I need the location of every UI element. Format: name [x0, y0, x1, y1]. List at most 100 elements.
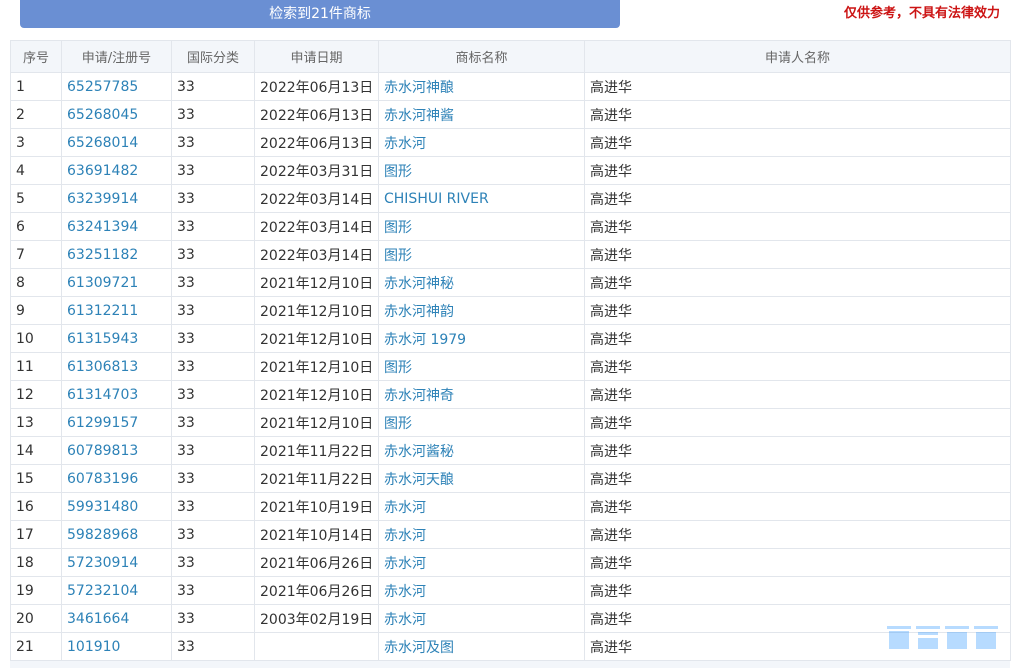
- cell-class: 33: [171, 492, 255, 521]
- cell-trademark-name-link[interactable]: 赤水河 1979: [378, 324, 585, 353]
- cell-trademark-name-link[interactable]: 赤水河神秘: [378, 268, 585, 297]
- table-row: 13 61299157 33 2021年12月10日 图形 高进华: [10, 408, 1011, 437]
- cell-reg-number-link[interactable]: 65268045: [61, 100, 172, 129]
- cell-reg-number-link[interactable]: 63239914: [61, 184, 172, 213]
- cell-trademark-name-link[interactable]: 赤水河神酱: [378, 100, 585, 129]
- cell-date: 2021年10月19日: [254, 492, 379, 521]
- cell-date: 2021年12月10日: [254, 324, 379, 353]
- cell-serial: 6: [10, 212, 62, 241]
- table-row: 11 61306813 33 2021年12月10日 图形 高进华: [10, 352, 1011, 381]
- cell-class: 33: [171, 296, 255, 325]
- cell-applicant: 高进华: [584, 548, 1011, 577]
- cell-trademark-name-link[interactable]: 图形: [378, 212, 585, 241]
- cell-serial: 2: [10, 100, 62, 129]
- column-header-class: 国际分类: [171, 40, 255, 73]
- cell-serial: 15: [10, 464, 62, 493]
- cell-applicant: 高进华: [584, 156, 1011, 185]
- cell-reg-number-link[interactable]: 65268014: [61, 128, 172, 157]
- cell-reg-number-link[interactable]: 61309721: [61, 268, 172, 297]
- cell-reg-number-link[interactable]: 61314703: [61, 380, 172, 409]
- top-bar: 检索到21件商标 仅供参考，不具有法律效力: [0, 0, 1015, 36]
- cell-reg-number-link[interactable]: 59931480: [61, 492, 172, 521]
- cell-reg-number-link[interactable]: 57232104: [61, 576, 172, 605]
- cell-applicant: 高进华: [584, 296, 1011, 325]
- cell-trademark-name-link[interactable]: 赤水河: [378, 576, 585, 605]
- cell-trademark-name-link[interactable]: 图形: [378, 156, 585, 185]
- cell-trademark-name-link[interactable]: 赤水河: [378, 548, 585, 577]
- cell-trademark-name-link[interactable]: 赤水河: [378, 128, 585, 157]
- cell-trademark-name-link[interactable]: 图形: [378, 408, 585, 437]
- cell-reg-number-link[interactable]: 60789813: [61, 436, 172, 465]
- cell-reg-number-link[interactable]: 63241394: [61, 212, 172, 241]
- cell-class: 33: [171, 352, 255, 381]
- cell-trademark-name-link[interactable]: 图形: [378, 240, 585, 269]
- table-row: 6 63241394 33 2022年03月14日 图形 高进华: [10, 212, 1011, 241]
- table-row: 5 63239914 33 2022年03月14日 CHISHUI RIVER 高进华: [10, 184, 1011, 213]
- cell-serial: 16: [10, 492, 62, 521]
- results-table: 序号 申请/注册号 国际分类 申请日期 商标名称 申请人名称 1 65257785…: [10, 40, 1011, 661]
- cell-date: 2021年12月10日: [254, 352, 379, 381]
- cell-trademark-name-link[interactable]: 赤水河神酿: [378, 72, 585, 101]
- result-count-bar[interactable]: 检索到21件商标: [20, 0, 620, 28]
- cell-trademark-name-link[interactable]: 赤水河: [378, 492, 585, 521]
- cell-date: 2021年12月10日: [254, 408, 379, 437]
- cell-trademark-name-link[interactable]: 赤水河神奇: [378, 380, 585, 409]
- column-header-serial: 序号: [10, 40, 62, 73]
- cell-date: 2021年11月22日: [254, 464, 379, 493]
- cell-date: 2022年03月31日: [254, 156, 379, 185]
- cell-trademark-name-link[interactable]: 赤水河: [378, 520, 585, 549]
- cell-reg-number-link[interactable]: 57230914: [61, 548, 172, 577]
- cell-serial: 18: [10, 548, 62, 577]
- cell-reg-number-link[interactable]: 59828968: [61, 520, 172, 549]
- cell-class: 33: [171, 100, 255, 129]
- cell-applicant: 高进华: [584, 492, 1011, 521]
- cell-applicant: 高进华: [584, 324, 1011, 353]
- cell-reg-number-link[interactable]: 63691482: [61, 156, 172, 185]
- column-header-date: 申请日期: [254, 40, 379, 73]
- column-header-applicant: 申请人名称: [584, 40, 1011, 73]
- cell-trademark-name-link[interactable]: 赤水河及图: [378, 632, 585, 661]
- table-row: 15 60783196 33 2021年11月22日 赤水河天酿 高进华: [10, 464, 1011, 493]
- table-row: 3 65268014 33 2022年06月13日 赤水河 高进华: [10, 128, 1011, 157]
- cell-reg-number-link[interactable]: 60783196: [61, 464, 172, 493]
- cell-class: 33: [171, 576, 255, 605]
- cell-date: 2022年03月14日: [254, 184, 379, 213]
- cell-reg-number-link[interactable]: 101910: [61, 632, 172, 661]
- table-row: 1 65257785 33 2022年06月13日 赤水河神酿 高进华: [10, 72, 1011, 101]
- table-row: 7 63251182 33 2022年03月14日 图形 高进华: [10, 240, 1011, 269]
- cell-date: 2021年11月22日: [254, 436, 379, 465]
- cell-applicant: 高进华: [584, 436, 1011, 465]
- cell-date: 2021年10月14日: [254, 520, 379, 549]
- table-row: 18 57230914 33 2021年06月26日 赤水河 高进华: [10, 548, 1011, 577]
- cell-trademark-name-link[interactable]: 赤水河酱秘: [378, 436, 585, 465]
- cell-applicant: 高进华: [584, 576, 1011, 605]
- cell-reg-number-link[interactable]: 61299157: [61, 408, 172, 437]
- table-row: 14 60789813 33 2021年11月22日 赤水河酱秘 高进华: [10, 436, 1011, 465]
- cell-class: 33: [171, 128, 255, 157]
- cell-serial: 11: [10, 352, 62, 381]
- cell-serial: 5: [10, 184, 62, 213]
- cell-trademark-name-link[interactable]: CHISHUI RIVER: [378, 184, 585, 213]
- table-row: 4 63691482 33 2022年03月31日 图形 高进华: [10, 156, 1011, 185]
- cell-trademark-name-link[interactable]: 赤水河神韵: [378, 296, 585, 325]
- results-table-container: 序号 申请/注册号 国际分类 申请日期 商标名称 申请人名称 1 65257785…: [10, 40, 1011, 668]
- cell-applicant: 高进华: [584, 520, 1011, 549]
- column-header-reg-number: 申请/注册号: [61, 40, 172, 73]
- trademark-search-page: 检索到21件商标 仅供参考，不具有法律效力 序号 申请/注册号 国际分类 申请日…: [0, 0, 1015, 668]
- cell-trademark-name-link[interactable]: 图形: [378, 352, 585, 381]
- cell-class: 33: [171, 324, 255, 353]
- cell-trademark-name-link[interactable]: 赤水河: [378, 604, 585, 633]
- cell-reg-number-link[interactable]: 61306813: [61, 352, 172, 381]
- cell-date: 2021年12月10日: [254, 380, 379, 409]
- cell-reg-number-link[interactable]: 61315943: [61, 324, 172, 353]
- cell-class: 33: [171, 268, 255, 297]
- cell-reg-number-link[interactable]: 65257785: [61, 72, 172, 101]
- cell-reg-number-link[interactable]: 61312211: [61, 296, 172, 325]
- cell-reg-number-link[interactable]: 63251182: [61, 240, 172, 269]
- cell-class: 33: [171, 632, 255, 661]
- cell-trademark-name-link[interactable]: 赤水河天酿: [378, 464, 585, 493]
- cell-reg-number-link[interactable]: 3461664: [61, 604, 172, 633]
- cell-class: 33: [171, 520, 255, 549]
- cell-serial: 4: [10, 156, 62, 185]
- cell-date: [254, 632, 379, 661]
